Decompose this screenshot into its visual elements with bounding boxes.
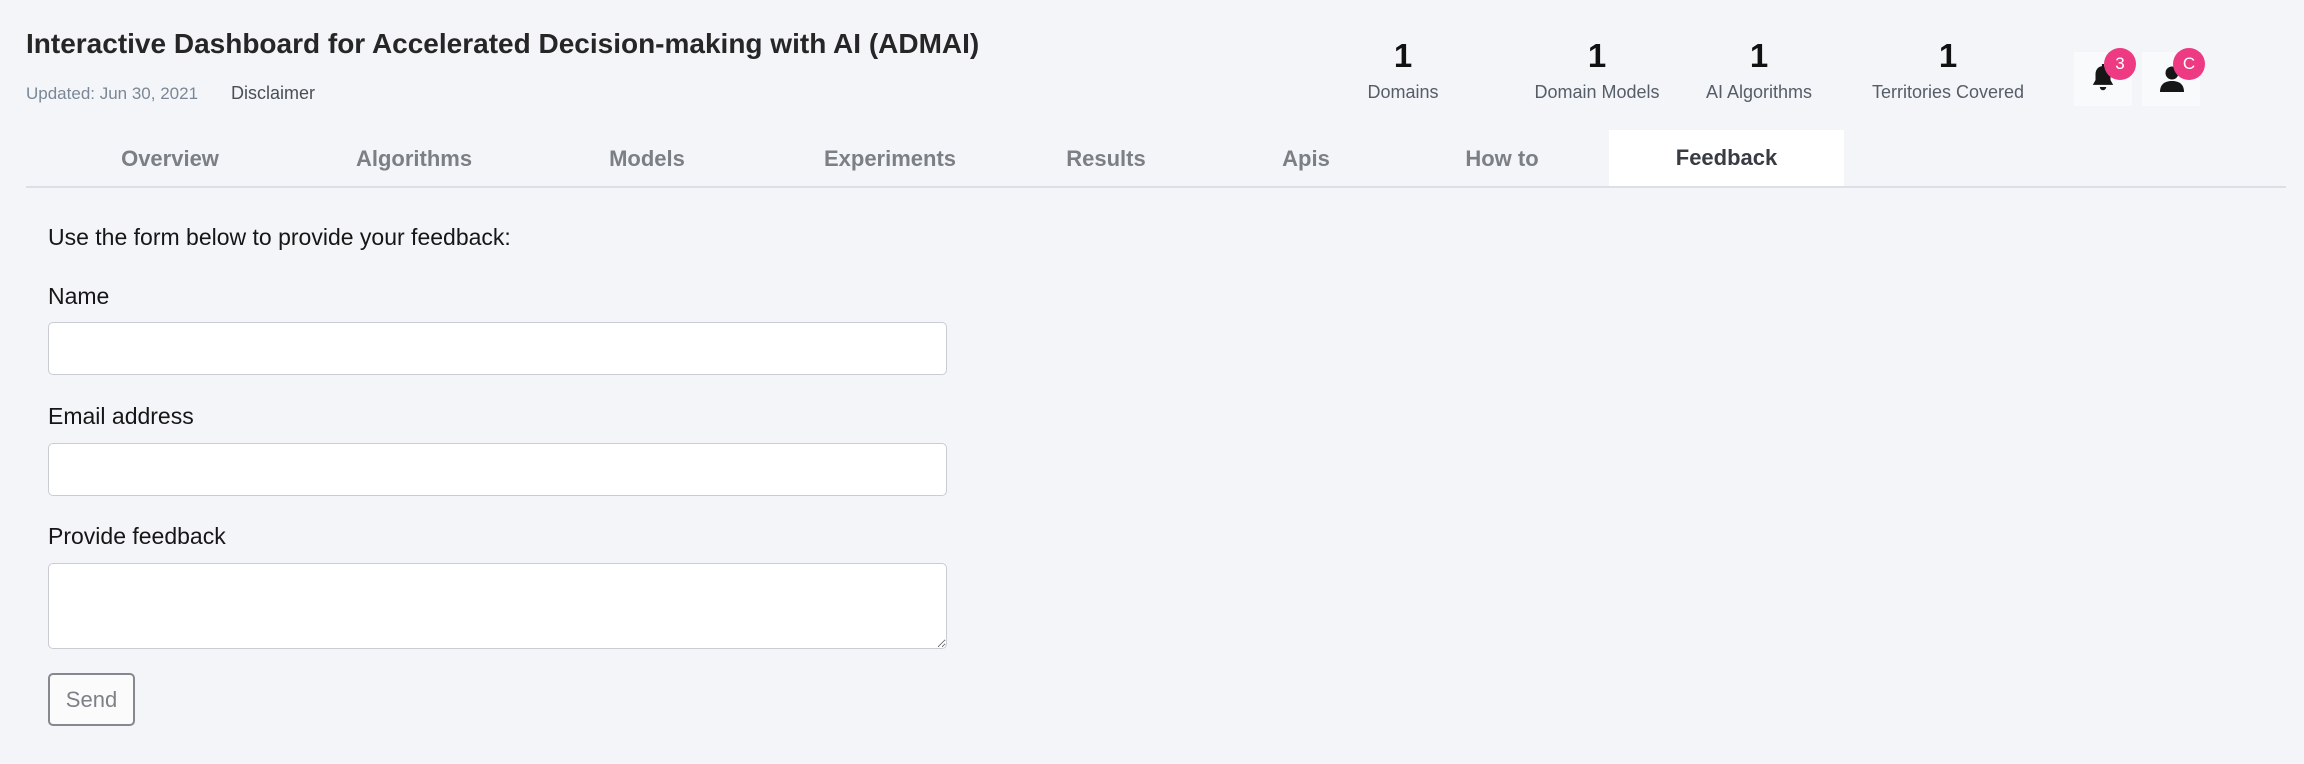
- stat-label: Domains: [1367, 82, 1439, 102]
- feedback-textarea[interactable]: [48, 563, 947, 649]
- stat-value: 1: [1587, 37, 1607, 74]
- feedback-label: Provide feedback: [48, 523, 226, 549]
- form-intro-text: Use the form below to provide your feedb…: [48, 224, 511, 250]
- tab-how-to[interactable]: How to: [1380, 130, 1624, 186]
- stat-territories-covered: 1 Territories Covered: [1868, 36, 2028, 103]
- stat-ai-algorithms: 1 AI Algorithms: [1701, 36, 1817, 103]
- updated-date: Updated: Jun 30, 2021: [26, 84, 199, 103]
- stat-value: 1: [1938, 37, 1958, 74]
- tab-algorithms[interactable]: Algorithms: [292, 130, 536, 186]
- stat-domain-models: 1 Domain Models: [1532, 36, 1662, 103]
- send-button[interactable]: Send: [48, 673, 135, 726]
- tab-feedback[interactable]: Feedback: [1609, 130, 1844, 186]
- user-initial-badge: C: [2173, 48, 2205, 80]
- stat-domains: 1 Domains: [1367, 36, 1439, 103]
- stat-value: 1: [1749, 37, 1769, 74]
- stat-label: Territories Covered: [1871, 82, 2025, 102]
- stat-label: AI Algorithms: [1705, 82, 1813, 102]
- name-label: Name: [48, 283, 110, 309]
- notifications-button[interactable]: 3: [2074, 48, 2136, 106]
- tab-models[interactable]: Models: [525, 130, 769, 186]
- user-profile-button[interactable]: C: [2142, 48, 2205, 106]
- disclaimer-link[interactable]: Disclaimer: [231, 83, 315, 104]
- email-label: Email address: [48, 403, 194, 429]
- tab-overview[interactable]: Overview: [48, 130, 292, 186]
- page-title: Interactive Dashboard for Accelerated De…: [26, 28, 980, 59]
- notification-count-badge: 3: [2104, 48, 2136, 80]
- app-header: Interactive Dashboard for Accelerated De…: [0, 0, 2304, 190]
- stat-value: 1: [1393, 37, 1413, 74]
- main-tabs: Overview Algorithms Models Experiments R…: [26, 130, 2286, 188]
- name-input[interactable]: [48, 322, 947, 375]
- email-input[interactable]: [48, 443, 947, 496]
- stat-label: Domain Models: [1534, 82, 1660, 102]
